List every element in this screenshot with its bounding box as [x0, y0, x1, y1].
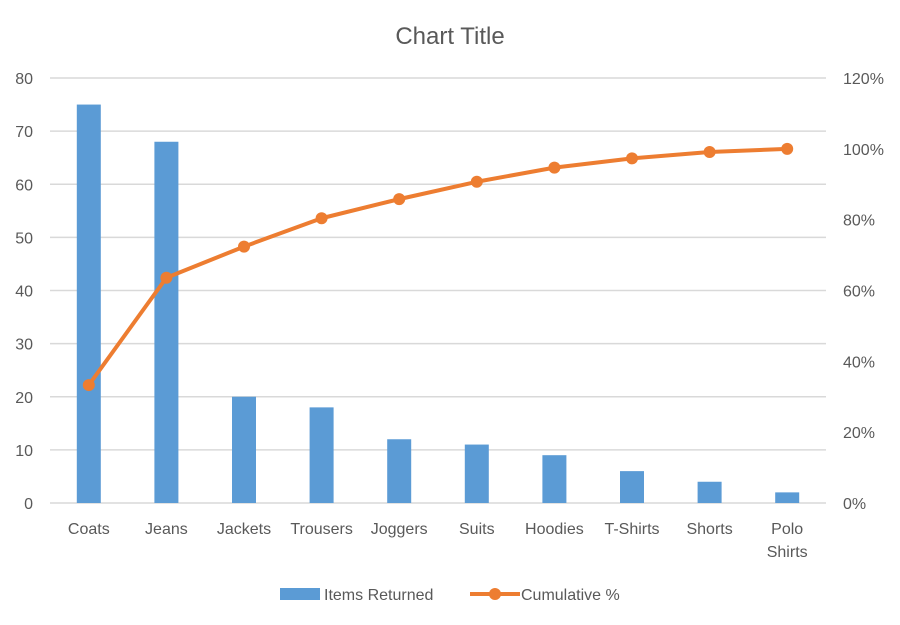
- left-axis-tick-label: 70: [15, 124, 33, 141]
- left-axis-tick-label: 40: [15, 284, 33, 301]
- bar-suits: [464, 444, 489, 503]
- cumulative-point: [393, 193, 406, 206]
- right-axis-tick-label: 100%: [843, 142, 884, 159]
- bar-hoodies: [542, 455, 567, 503]
- legend-marker-cumulative: [489, 588, 501, 600]
- cumulative-point: [160, 271, 173, 284]
- right-axis-tick-label: 20%: [843, 425, 875, 442]
- x-axis-tick-label: Jackets: [217, 521, 271, 538]
- right-axis-tick-label: 60%: [843, 284, 875, 301]
- cumulative-point: [82, 379, 95, 392]
- x-axis-tick-label: Polo Shirts: [767, 521, 808, 561]
- bar-shorts: [697, 481, 722, 503]
- bar-jackets: [232, 396, 256, 503]
- chart-title: Chart Title: [395, 23, 504, 50]
- x-axis-tick-label: T-Shirts: [604, 521, 659, 538]
- x-axis-tick-label: Jeans: [145, 521, 188, 538]
- left-axis-ticks: 0 10 20 30 40 50 60 70 80: [15, 71, 33, 513]
- bar-trousers: [309, 407, 334, 503]
- right-axis-tick-label: 0%: [843, 496, 866, 513]
- x-axis-labels: Coats Jeans Jackets Trousers Joggers Suits Hoo…: [68, 521, 808, 561]
- x-axis-tick-label: Trousers: [290, 521, 353, 538]
- cumulative-point: [548, 161, 561, 174]
- x-axis-tick-label: Coats: [68, 521, 110, 538]
- bar-jeans: [154, 141, 179, 503]
- right-axis-tick-label: 80%: [843, 213, 875, 230]
- cumulative-point: [781, 142, 794, 155]
- cumulative-point: [626, 152, 638, 165]
- left-axis-tick-label: 20: [15, 390, 33, 407]
- bar-polo-shirts: [775, 492, 800, 503]
- x-axis-tick-label: Joggers: [371, 521, 428, 538]
- left-axis-tick-label: 0: [24, 496, 33, 513]
- bar-joggers: [387, 439, 412, 503]
- legend-swatch-items-returned: [280, 588, 320, 600]
- left-axis-tick-label: 50: [15, 230, 33, 247]
- cumulative-point: [703, 146, 716, 159]
- bar-series-items-returned: [76, 104, 800, 503]
- right-axis-tick-label: 120%: [843, 71, 884, 88]
- legend-label-items-returned: Items Returned: [324, 587, 433, 604]
- x-axis-tick-label: Shorts: [686, 521, 732, 538]
- left-axis-tick-label: 10: [15, 443, 33, 460]
- bar-coats: [76, 104, 101, 503]
- x-axis-tick-label: Suits: [459, 521, 495, 538]
- cumulative-point: [470, 175, 483, 188]
- left-axis-tick-label: 60: [15, 177, 33, 194]
- left-axis-tick-label: 30: [15, 337, 33, 354]
- x-axis-tick-label: Hoodies: [525, 521, 584, 538]
- cumulative-point: [315, 212, 328, 225]
- cumulative-point: [238, 240, 250, 253]
- legend: Items Returned Cumulative %: [280, 587, 620, 604]
- right-axis-ticks: 0% 20% 40% 60% 80% 100% 120%: [843, 71, 884, 513]
- left-axis-tick-label: 80: [15, 71, 33, 88]
- pareto-chart: Chart Title 0 10 20 30 40 50 60 70 80 0% 20% 40% 60…: [15, 23, 884, 604]
- right-axis-tick-label: 40%: [843, 354, 875, 371]
- bar-t-shirts: [620, 471, 644, 503]
- line-series-cumulative: [82, 142, 794, 392]
- legend-label-cumulative: Cumulative %: [521, 587, 620, 604]
